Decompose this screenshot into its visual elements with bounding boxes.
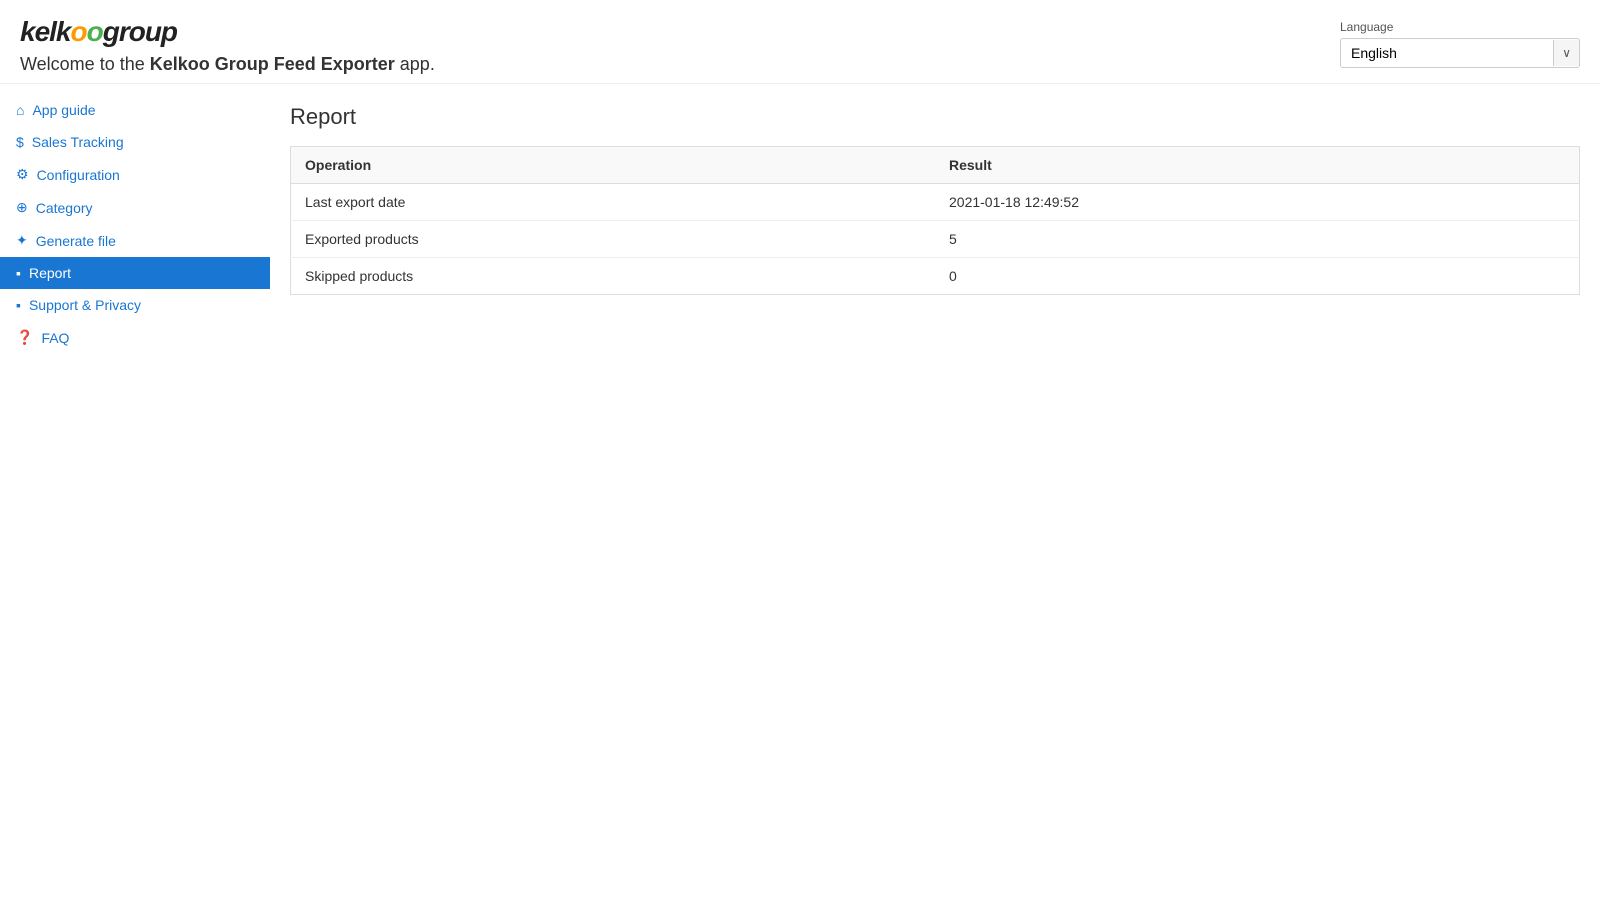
sidebar-icon-configuration: ⚙ <box>16 166 29 183</box>
sidebar-icon-category: ⊕ <box>16 199 28 216</box>
table-row: Skipped products0 <box>291 258 1580 295</box>
sidebar-label-configuration: Configuration <box>37 167 120 183</box>
cell-operation-0: Last export date <box>291 184 936 221</box>
sidebar-item-faq[interactable]: ❓ FAQ <box>0 321 270 354</box>
sidebar-label-support-privacy: Support & Privacy <box>29 297 141 313</box>
table-row: Last export date2021-01-18 12:49:52 <box>291 184 1580 221</box>
sidebar-label-generate-file: Generate file <box>36 233 116 249</box>
table-row: Exported products5 <box>291 221 1580 258</box>
language-label: Language <box>1340 20 1580 34</box>
sidebar-label-app-guide: App guide <box>32 102 95 118</box>
logo-part1: kelk <box>20 16 71 47</box>
report-table: Operation Result Last export date2021-01… <box>290 146 1580 295</box>
header: kelkoogroup Welcome to the Kelkoo Group … <box>0 0 1600 84</box>
table-header-row: Operation Result <box>291 147 1580 184</box>
sidebar-icon-generate-file: ✦ <box>16 232 28 249</box>
table-header: Operation Result <box>291 147 1580 184</box>
sidebar-item-support-privacy[interactable]: ▪ Support & Privacy <box>0 289 270 321</box>
logo-o1: o <box>71 16 87 47</box>
layout: ⌂ App guide $ Sales Tracking⚙ Configuration ⊕… <box>0 84 1600 874</box>
sidebar-label-faq: FAQ <box>41 330 69 346</box>
welcome-bold: Kelkoo Group Feed Exporter <box>150 54 395 74</box>
column-operation: Operation <box>291 147 936 184</box>
welcome-suffix: app. <box>395 54 435 74</box>
main-content: Report Operation Result Last export date… <box>270 84 1600 874</box>
sidebar-icon-sales-tracking: $ <box>16 134 24 150</box>
sidebar-label-sales-tracking: Sales Tracking <box>32 134 124 150</box>
logo-o2: o <box>87 16 103 47</box>
language-select-wrapper[interactable]: English ∨ <box>1340 38 1580 68</box>
sidebar-item-generate-file[interactable]: ✦ Generate file <box>0 224 270 257</box>
sidebar-icon-app-guide: ⌂ <box>16 102 24 118</box>
language-select[interactable]: English <box>1341 39 1553 67</box>
sidebar-item-category[interactable]: ⊕ Category <box>0 191 270 224</box>
sidebar-icon-report: ▪ <box>16 265 21 281</box>
cell-result-0: 2021-01-18 12:49:52 <box>935 184 1580 221</box>
sidebar-item-configuration[interactable]: ⚙ Configuration <box>0 158 270 191</box>
welcome-prefix: Welcome to the <box>20 54 150 74</box>
sidebar-item-sales-tracking[interactable]: $ Sales Tracking <box>0 126 270 158</box>
sidebar: ⌂ App guide $ Sales Tracking⚙ Configuration ⊕… <box>0 84 270 874</box>
chevron-down-icon: ∨ <box>1553 40 1579 66</box>
sidebar-icon-support-privacy: ▪ <box>16 297 21 313</box>
cell-result-1: 5 <box>935 221 1580 258</box>
table-body: Last export date2021-01-18 12:49:52Expor… <box>291 184 1580 295</box>
sidebar-item-report[interactable]: ▪ Report <box>0 257 270 289</box>
cell-operation-1: Exported products <box>291 221 936 258</box>
sidebar-label-report: Report <box>29 265 71 281</box>
sidebar-item-app-guide[interactable]: ⌂ App guide <box>0 94 270 126</box>
report-title: Report <box>290 104 1580 130</box>
language-selector[interactable]: Language English ∨ <box>1340 20 1580 68</box>
logo-text: kelkoogroup <box>20 16 177 48</box>
cell-operation-2: Skipped products <box>291 258 936 295</box>
column-result: Result <box>935 147 1580 184</box>
logo-part2: group <box>103 16 177 47</box>
sidebar-label-category: Category <box>36 200 93 216</box>
sidebar-icon-faq: ❓ <box>16 329 33 346</box>
cell-result-2: 0 <box>935 258 1580 295</box>
